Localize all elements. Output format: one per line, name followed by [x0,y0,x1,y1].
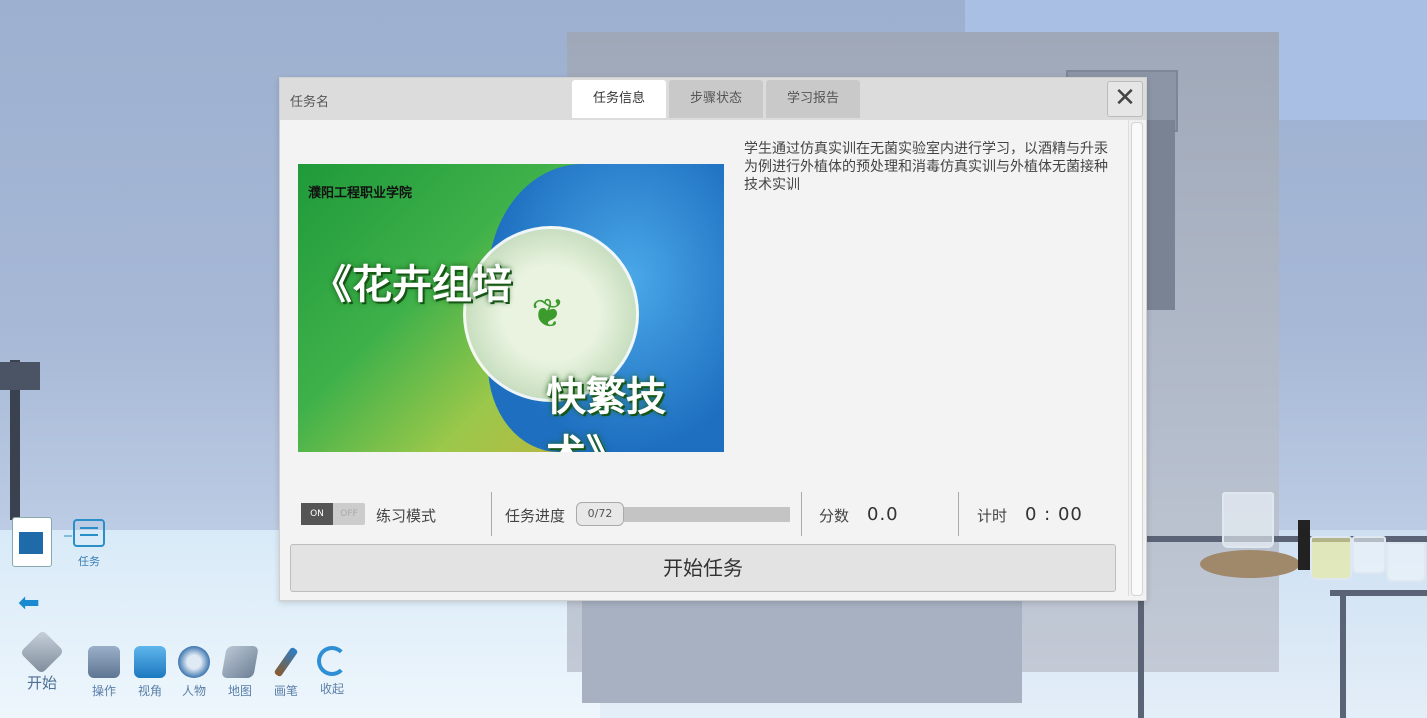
score-value: 0.0 [867,504,899,525]
task-hud-label: 任务 [78,555,100,568]
toolbar-character-label: 人物 [181,684,206,698]
lab-cabinet [582,598,1022,703]
task-cover-image: ❦ 濮阳工程职业学院 《花卉组培 快繁技术》 [298,164,724,452]
map-icon [221,646,259,678]
dialog-title: 任务名 [290,95,330,110]
start-icon [19,629,65,675]
toolbar-character[interactable]: 人物 [176,646,212,699]
practice-mode-label: 练习模式 [376,507,437,525]
tab-step-status[interactable]: 步骤状态 [669,80,763,118]
progress-label: 任务进度 [505,507,566,525]
task-status-row: ON OFF 练习模式 任务进度 0/72 分数 0.0 计时 0 : 00 [280,490,1128,538]
timer-value: 0 : 00 [1025,504,1083,525]
divider [958,492,959,536]
toolbar-operation-label: 操作 [91,684,116,698]
dialog-header: 任务名 任务信息 步骤状态 学习报告 ✕ [280,78,1146,120]
toolbar-collapse-label: 收起 [319,682,344,696]
view-angle-icon [134,646,166,678]
toolbar-start-label: 开始 [26,674,57,692]
progress-count: 0/72 [576,502,624,526]
brush-icon [273,646,299,678]
back-arrow-icon[interactable]: ⬅ [18,590,48,616]
toolbar-map[interactable]: 地图 [221,646,259,699]
toolbar-view-angle[interactable]: 视角 [132,646,168,699]
plant-icon: ❦ [531,291,565,337]
lab-cart [1130,492,1427,718]
operation-icon [88,646,120,678]
tab-task-info[interactable]: 任务信息 [572,80,666,118]
tab-study-report[interactable]: 学习报告 [766,80,860,118]
toolbar-operation[interactable]: 操作 [86,646,122,699]
task-description: 学生通过仿真实训在无菌实验室内进行学习，以酒精与升汞为例进行外植体的预处理和消毒… [744,141,1108,193]
divider [491,492,492,536]
timer-label: 计时 [977,507,1008,525]
toolbar-brush[interactable]: 画笔 [268,646,304,699]
image-school-name: 濮阳工程职业学院 [308,186,413,201]
score-label: 分数 [819,507,850,525]
image-title-line1: 《花卉组培 [312,262,512,308]
task-progress: 0/72 [576,502,792,526]
toggle-off-label: OFF [340,509,358,519]
task-book-icon[interactable] [12,517,52,567]
toolbar-brush-label: 画笔 [273,684,298,698]
task-list-icon[interactable] [64,516,106,550]
progress-bar [624,507,790,522]
fume-hood-side [1145,120,1175,310]
divider [801,492,802,536]
toolbar-map-label: 地图 [227,684,252,698]
character-icon [178,646,210,678]
close-button[interactable]: ✕ [1107,81,1143,117]
toolbar-start[interactable]: 开始 [19,629,65,693]
toggle-on-label: ON [301,503,333,525]
task-dialog: 任务名 任务信息 步骤状态 学习报告 ✕ ❦ 濮阳工程职业学院 《花卉组培 快繁… [279,77,1147,601]
practice-mode-toggle[interactable]: ON OFF [301,503,365,525]
lab-table-box [0,362,40,390]
image-title-line2: 快繁技术》 [546,374,666,452]
scrollbar-thumb[interactable] [1131,122,1143,596]
toolbar-view-angle-label: 视角 [137,684,162,698]
start-task-button[interactable]: 开始任务 [290,544,1116,592]
collapse-icon [317,646,347,676]
toolbar-collapse[interactable]: 收起 [314,646,350,697]
